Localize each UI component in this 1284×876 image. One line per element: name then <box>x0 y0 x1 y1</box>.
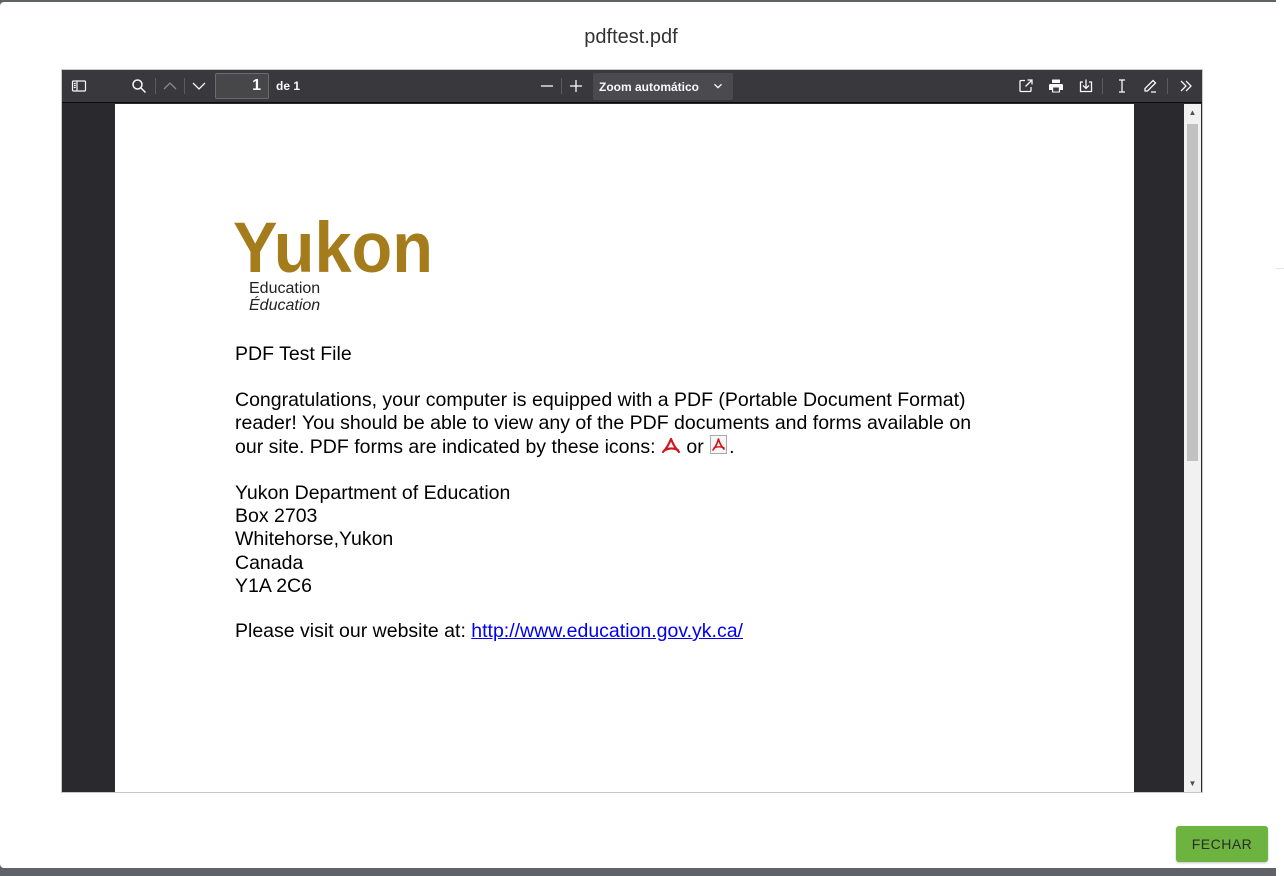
scroll-down-icon[interactable]: ▼ <box>1184 775 1201 792</box>
text-select-icon[interactable] <box>1111 76 1133 96</box>
doc-paragraph: Congratulations, your computer is equipp… <box>235 389 971 460</box>
pdf-file-icon <box>710 435 728 455</box>
scrollbar-thumb[interactable] <box>1187 124 1198 461</box>
toolbar-separator <box>184 78 185 94</box>
scroll-up-icon[interactable]: ▲ <box>1184 104 1201 121</box>
doc-title: PDF Test File <box>235 343 352 365</box>
website-prefix: Please visit our website at: <box>235 620 472 642</box>
previous-page-icon[interactable] <box>159 76 181 96</box>
address-line: Box 2703 <box>235 505 318 528</box>
toolbar-separator <box>1167 78 1168 94</box>
zoom-out-icon[interactable] <box>536 76 558 96</box>
doc-address: Yukon Department of Education Box 2703 W… <box>235 482 510 598</box>
address-line: Y1A 2C6 <box>235 574 312 597</box>
adobe-acrobat-icon <box>661 438 681 454</box>
sidebar-toggle-icon[interactable] <box>68 76 90 96</box>
pdf-page: Yukon Education Éducation PDF Test File … <box>115 104 1134 792</box>
divider <box>1276 268 1284 269</box>
background-page-edge <box>1276 0 1284 876</box>
website-link[interactable]: http://www.education.gov.yk.ca/ <box>471 620 743 642</box>
search-icon[interactable] <box>128 76 150 96</box>
paragraph-line: our site. PDF forms are indicated by the… <box>235 435 971 459</box>
toolbar-separator <box>561 78 562 94</box>
paragraph-line: reader! You should be able to view any o… <box>235 412 972 435</box>
zoom-select-label: Zoom automático <box>599 80 700 94</box>
pdf-viewer: 1 de 1 Zoom automático Yukon Education É… <box>61 69 1203 793</box>
toolbar-separator <box>1102 78 1103 94</box>
page-count: de 1 <box>276 79 301 93</box>
address-line: Whitehorse,Yukon <box>235 528 394 551</box>
toolbar-separator <box>155 78 156 94</box>
doc-website: Please visit our website at: http://www.… <box>235 620 743 643</box>
paragraph-text: our site. PDF forms are indicated by the… <box>235 436 661 459</box>
next-page-icon[interactable] <box>188 76 210 96</box>
paragraph-line: Congratulations, your computer is equipp… <box>235 389 966 411</box>
address-line: Yukon Department of Education <box>235 482 511 504</box>
draw-icon[interactable] <box>1139 76 1161 96</box>
yukon-logo: Yukon Education Éducation <box>233 209 433 314</box>
open-file-icon[interactable] <box>1015 76 1037 96</box>
viewer-toolbar: 1 de 1 Zoom automático <box>62 70 1202 103</box>
paragraph-text: . <box>729 436 735 459</box>
logo-line-1: Education <box>249 280 320 297</box>
logo-line-2: Éducation <box>249 295 320 314</box>
pdf-modal: pdftest.pdf 1 de 1 Zoom automático Yukon… <box>0 2 1280 868</box>
modal-title: pdftest.pdf <box>584 26 678 48</box>
zoom-select[interactable]: Zoom automático <box>593 73 733 100</box>
viewer-scrollbar[interactable]: ▲ ▼ <box>1184 104 1201 792</box>
close-button[interactable]: FECHAR <box>1176 826 1268 862</box>
logo-wordmark: Yukon <box>233 209 433 288</box>
zoom-in-icon[interactable] <box>565 76 587 96</box>
print-icon[interactable] <box>1045 76 1067 96</box>
download-icon[interactable] <box>1075 76 1097 96</box>
paragraph-text: or <box>680 436 710 459</box>
tools-icon[interactable] <box>1175 76 1197 96</box>
page-number-input[interactable]: 1 <box>215 73 269 99</box>
chevron-down-icon <box>714 83 722 89</box>
address-line: Canada <box>235 551 304 574</box>
